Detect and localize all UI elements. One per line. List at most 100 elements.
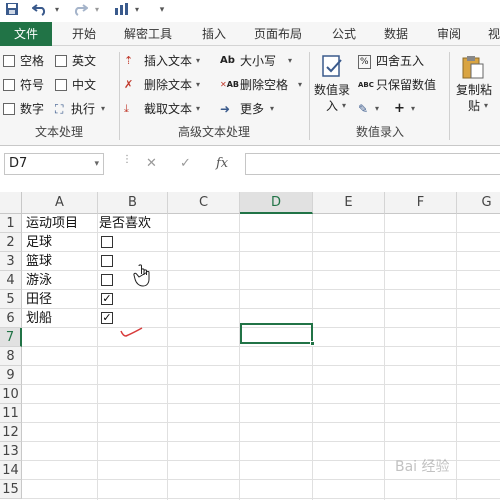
- gridline: [22, 403, 500, 404]
- column-header-c[interactable]: C: [168, 192, 240, 214]
- tab-home[interactable]: 开始: [72, 22, 96, 46]
- extract-text-icon: ⤓: [124, 102, 129, 115]
- cell-a3[interactable]: 篮球: [22, 252, 52, 271]
- undo-icon[interactable]: [30, 2, 50, 18]
- tab-data[interactable]: 数据: [384, 22, 408, 46]
- tab-file[interactable]: 文件: [0, 22, 52, 46]
- gridline: [22, 384, 500, 385]
- group-divider: [449, 52, 450, 140]
- insert-text-button[interactable]: ⇡ 插入文本 ▾: [124, 52, 210, 70]
- cancel-icon[interactable]: ✕: [146, 156, 157, 171]
- insert-text-icon: ⇡: [124, 54, 134, 67]
- column-header-d[interactable]: D: [240, 192, 313, 214]
- ribbon: 空格 英文 符号 中文 数字 ⛶ 执行 ▾ 文本处理 ⇡ 插入文本 ▾ ✗ 删除…: [0, 46, 500, 146]
- tab-page-layout[interactable]: 页面布局: [254, 22, 302, 46]
- chevron-down-icon: ▾: [375, 104, 380, 113]
- gridline: [22, 251, 500, 252]
- row-header[interactable]: 13: [0, 442, 22, 461]
- save-icon[interactable]: [4, 2, 20, 18]
- keep-values-button[interactable]: ABC 只保留数值: [358, 76, 448, 94]
- row-header[interactable]: 14: [0, 461, 22, 480]
- arrow-right-icon: ➜: [220, 102, 231, 116]
- value-entry-icon: [320, 54, 344, 83]
- cell-a2[interactable]: 足球: [22, 233, 52, 252]
- gridline: [456, 214, 457, 500]
- cell-a6[interactable]: 划船: [22, 309, 52, 328]
- column-header-a[interactable]: A: [22, 192, 98, 214]
- row-header[interactable]: 12: [0, 423, 22, 442]
- gridline: [22, 365, 500, 366]
- column-header-g[interactable]: G: [457, 192, 500, 214]
- ribbon-tabs: 文件 开始 解密工具 插入 页面布局 公式 数据 审阅 视: [0, 22, 500, 46]
- english-checkbox[interactable]: 英文: [55, 52, 105, 70]
- add-button[interactable]: + ▾: [394, 100, 424, 118]
- column-header-e[interactable]: E: [313, 192, 385, 214]
- undo-dropdown-icon[interactable]: ▾: [52, 2, 62, 18]
- cell-b1[interactable]: 是否喜欢: [95, 214, 151, 233]
- column-header-b[interactable]: B: [98, 192, 168, 214]
- cell-a5[interactable]: 田径: [22, 290, 52, 309]
- cell-a1[interactable]: 运动项目: [22, 214, 78, 233]
- cell-a4[interactable]: 游泳: [22, 271, 52, 290]
- chevron-down-icon[interactable]: ▾: [94, 154, 99, 174]
- row-header[interactable]: 3: [0, 252, 22, 271]
- checkbox-b5[interactable]: ✓: [101, 293, 113, 305]
- row-header[interactable]: 10: [0, 385, 22, 404]
- select-all-corner[interactable]: [0, 192, 22, 214]
- row-header[interactable]: 5: [0, 290, 22, 309]
- gridline: [22, 232, 500, 233]
- row-header[interactable]: 2: [0, 233, 22, 252]
- checkbox-icon: [3, 103, 15, 115]
- formula-input[interactable]: [245, 153, 500, 175]
- number-checkbox[interactable]: 数字: [3, 100, 53, 118]
- confirm-icon[interactable]: ✓: [180, 156, 191, 171]
- more-button[interactable]: ➜ 更多 ▾: [220, 100, 280, 118]
- remove-spaces-button[interactable]: ✕AB 删除空格 ▾: [220, 76, 306, 94]
- chart-dropdown-icon[interactable]: ▾: [132, 2, 142, 18]
- round-button[interactable]: % 四舍五入: [358, 52, 438, 70]
- copy-paste-button[interactable]: 复制粘 贴 ▾: [452, 52, 500, 118]
- case-button[interactable]: Ab 大小写 ▾: [220, 52, 300, 70]
- edit-button[interactable]: ✎ ▾: [358, 100, 388, 118]
- tab-review[interactable]: 审阅: [437, 22, 461, 46]
- extract-text-button[interactable]: ⤓ 截取文本 ▾: [124, 100, 210, 118]
- row-header[interactable]: 8: [0, 347, 22, 366]
- active-cell-d7[interactable]: [240, 323, 315, 346]
- gridline: [22, 270, 500, 271]
- chevron-down-icon: ▾: [196, 80, 201, 89]
- tab-decrypt-tools[interactable]: 解密工具: [124, 22, 172, 46]
- checkbox-b6[interactable]: ✓: [101, 312, 113, 324]
- chinese-checkbox[interactable]: 中文: [55, 76, 105, 94]
- row-header[interactable]: 11: [0, 404, 22, 423]
- execute-button[interactable]: ⛶ 执行 ▾: [55, 100, 117, 118]
- chart-icon[interactable]: [112, 2, 132, 18]
- gridline: [239, 214, 240, 500]
- space-checkbox[interactable]: 空格: [3, 52, 53, 70]
- row-header[interactable]: 1: [0, 214, 22, 233]
- checkbox-b3[interactable]: [101, 255, 113, 267]
- gridline: [22, 441, 500, 442]
- row-header[interactable]: 15: [0, 480, 22, 499]
- symbol-checkbox[interactable]: 符号: [3, 76, 53, 94]
- tab-insert[interactable]: 插入: [202, 22, 226, 46]
- insert-function-icon[interactable]: fx: [216, 156, 228, 171]
- column-header-f[interactable]: F: [385, 192, 457, 214]
- row-header[interactable]: 7: [0, 328, 22, 347]
- redo-dropdown-icon[interactable]: ▾: [92, 2, 102, 18]
- watermark: Bai 经验: [395, 459, 450, 475]
- redo-icon[interactable]: [70, 2, 90, 18]
- red-check-mark-icon: [119, 324, 145, 343]
- row-header[interactable]: 4: [0, 271, 22, 290]
- name-box[interactable]: D7 ▾: [4, 153, 104, 175]
- checkbox-b2[interactable]: [101, 236, 113, 248]
- value-entry-button[interactable]: 数值录 入 ▾: [312, 52, 356, 118]
- delete-text-button[interactable]: ✗ 删除文本 ▾: [124, 76, 210, 94]
- tab-view[interactable]: 视: [488, 22, 500, 46]
- fill-handle[interactable]: [310, 341, 315, 346]
- formula-bar: D7 ▾ ⋮ ✕ ✓ fx: [0, 146, 500, 186]
- tab-formulas[interactable]: 公式: [332, 22, 356, 46]
- row-header[interactable]: 6: [0, 309, 22, 328]
- checkbox-b4[interactable]: [101, 274, 113, 286]
- customize-icon[interactable]: ▾: [156, 2, 168, 18]
- row-header[interactable]: 9: [0, 366, 22, 385]
